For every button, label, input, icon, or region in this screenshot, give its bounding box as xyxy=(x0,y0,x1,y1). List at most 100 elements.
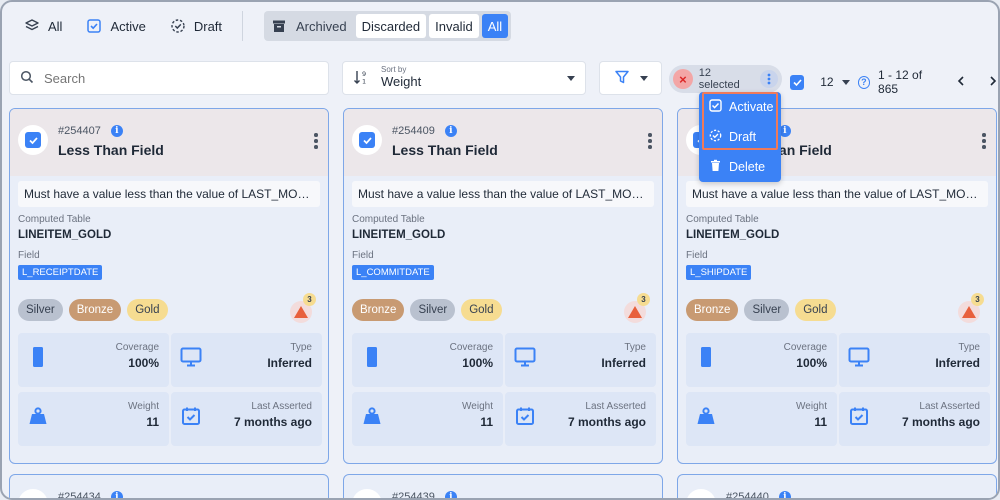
check-card[interactable]: #254440 i xyxy=(677,474,997,498)
check-card[interactable]: #254439 i xyxy=(343,474,663,498)
card-menu-button[interactable] xyxy=(314,133,318,151)
page-size-value[interactable]: 12 xyxy=(820,75,833,89)
type-value: Inferred xyxy=(267,356,312,370)
card-checkbox[interactable] xyxy=(352,489,382,498)
type-tile: Type Inferred xyxy=(505,333,656,387)
card-checkbox[interactable] xyxy=(686,489,716,498)
tab-active[interactable]: Active xyxy=(74,10,157,42)
invalid-button[interactable]: Invalid xyxy=(429,14,479,38)
weight-tile: Weight 11 xyxy=(352,392,503,446)
sort-select[interactable]: 91 Sort by Weight xyxy=(342,61,586,95)
card-title: Less Than Field xyxy=(58,142,164,158)
card-menu-button[interactable] xyxy=(648,133,652,151)
tag-silver[interactable]: Silver xyxy=(18,299,63,321)
coverage-label: Coverage xyxy=(783,342,827,353)
type-label: Type xyxy=(624,342,646,353)
selection-actions-button[interactable] xyxy=(760,70,779,88)
info-icon[interactable]: i xyxy=(778,491,791,498)
computed-table-value[interactable]: LINEITEM_GOLD xyxy=(352,229,445,241)
card-checkbox[interactable] xyxy=(18,125,48,155)
weight-value: 11 xyxy=(814,415,827,429)
card-id-row: #254434 i xyxy=(58,491,123,498)
tag-bronze[interactable]: Bronze xyxy=(686,299,739,321)
computed-table-value[interactable]: LINEITEM_GOLD xyxy=(686,229,779,241)
tag-silver[interactable]: Silver xyxy=(410,299,456,321)
tag-silver[interactable]: Silver xyxy=(744,299,790,321)
field-value-tag[interactable]: L_RECEIPTDATE xyxy=(18,265,103,280)
check-card[interactable]: #254434 i xyxy=(9,474,329,498)
field-value-tag[interactable]: L_SHIPDATE xyxy=(686,265,752,280)
layers-icon xyxy=(24,18,40,34)
search-input[interactable] xyxy=(44,70,304,86)
anomaly-alert[interactable]: 3 xyxy=(958,293,986,323)
anomaly-alert[interactable]: 3 xyxy=(624,293,652,323)
calendar-check-icon xyxy=(847,404,871,428)
pager: 12 ? 1 - 12 of 865 xyxy=(790,68,998,96)
type-label: Type xyxy=(290,342,312,353)
next-page-icon[interactable] xyxy=(988,75,998,90)
tag-bronze[interactable]: Bronze xyxy=(68,299,122,321)
coverage-value: 100% xyxy=(796,356,827,370)
anomaly-alert[interactable]: 3 xyxy=(290,293,318,323)
card-checkbox[interactable] xyxy=(18,489,48,498)
chevron-down-icon xyxy=(567,75,575,81)
check-card[interactable]: #254407 i Less Than Field Must have a value… xyxy=(9,108,329,464)
select-all-checkbox[interactable] xyxy=(790,74,805,90)
help-icon[interactable]: ? xyxy=(857,75,871,89)
tab-all-label: All xyxy=(48,18,63,34)
archived-all-button[interactable]: All xyxy=(481,14,509,38)
tag-gold[interactable]: Gold xyxy=(795,299,836,321)
warning-triangle-icon xyxy=(962,306,976,318)
card-description: Must have a value less than the value of… xyxy=(686,181,988,207)
menu-item-delete[interactable]: Delete xyxy=(699,154,781,180)
monitor-icon xyxy=(847,345,871,369)
computed-table-label: Computed Table xyxy=(352,214,425,225)
field-value-tag[interactable]: L_COMMITDATE xyxy=(352,265,434,280)
tab-active-label: Active xyxy=(110,18,146,34)
card-id: #254409 xyxy=(392,125,435,137)
discarded-button[interactable]: Discarded xyxy=(355,14,427,38)
prev-page-icon[interactable] xyxy=(956,75,966,90)
tag-gold[interactable]: Gold xyxy=(461,299,502,321)
menu-item-label: Draft xyxy=(729,130,757,144)
tag-bronze[interactable]: Bronze xyxy=(352,299,405,321)
selection-actions-menu: Activate Draft Delete xyxy=(699,92,781,182)
last-asserted-value: 7 months ago xyxy=(567,415,646,429)
menu-item-draft[interactable]: Draft xyxy=(699,124,781,150)
sort-text: Sort by Weight xyxy=(381,66,421,89)
type-label: Type xyxy=(958,342,980,353)
coverage-tile: Coverage 100% xyxy=(18,333,169,387)
tab-draft[interactable]: Draft xyxy=(158,10,234,42)
card-checkbox[interactable] xyxy=(352,125,382,155)
computed-table-label: Computed Table xyxy=(18,214,91,225)
weight-icon xyxy=(26,404,50,428)
menu-item-activate[interactable]: Activate xyxy=(699,94,781,120)
info-icon[interactable]: i xyxy=(110,491,123,498)
status-tabs: All Active Draft xyxy=(12,10,251,42)
sort-icon: 91 xyxy=(353,68,371,89)
tag-list: Bronze Silver Gold xyxy=(352,299,502,321)
clear-selection-icon[interactable]: × xyxy=(673,69,693,89)
app-frame: All Active Draft Archived Discarded Inva… xyxy=(0,0,1000,500)
field-label: Field xyxy=(18,250,40,261)
last-asserted-value: 7 months ago xyxy=(901,415,980,429)
check-card[interactable]: #254409 i Less Than Field Must have a value… xyxy=(343,108,663,464)
info-icon[interactable]: i xyxy=(444,125,457,137)
filter-button[interactable] xyxy=(599,61,662,95)
alert-count: 3 xyxy=(637,293,650,306)
info-icon[interactable]: i xyxy=(444,491,457,498)
card-menu-button[interactable] xyxy=(982,133,986,151)
info-icon[interactable]: i xyxy=(110,125,123,137)
archive-filter-group: Archived Discarded Invalid All xyxy=(264,11,512,41)
coverage-value: 100% xyxy=(462,356,493,370)
computed-table-value[interactable]: LINEITEM_GOLD xyxy=(18,229,111,241)
chevron-down-icon[interactable] xyxy=(841,79,850,85)
type-tile: Type Inferred xyxy=(839,333,990,387)
tag-gold[interactable]: Gold xyxy=(127,299,168,321)
weight-icon xyxy=(360,404,384,428)
archive-box-icon xyxy=(267,14,291,38)
warning-triangle-icon xyxy=(294,306,308,318)
coverage-tile: Coverage 100% xyxy=(686,333,837,387)
warning-triangle-icon xyxy=(628,306,642,318)
tab-all[interactable]: All xyxy=(12,10,74,42)
